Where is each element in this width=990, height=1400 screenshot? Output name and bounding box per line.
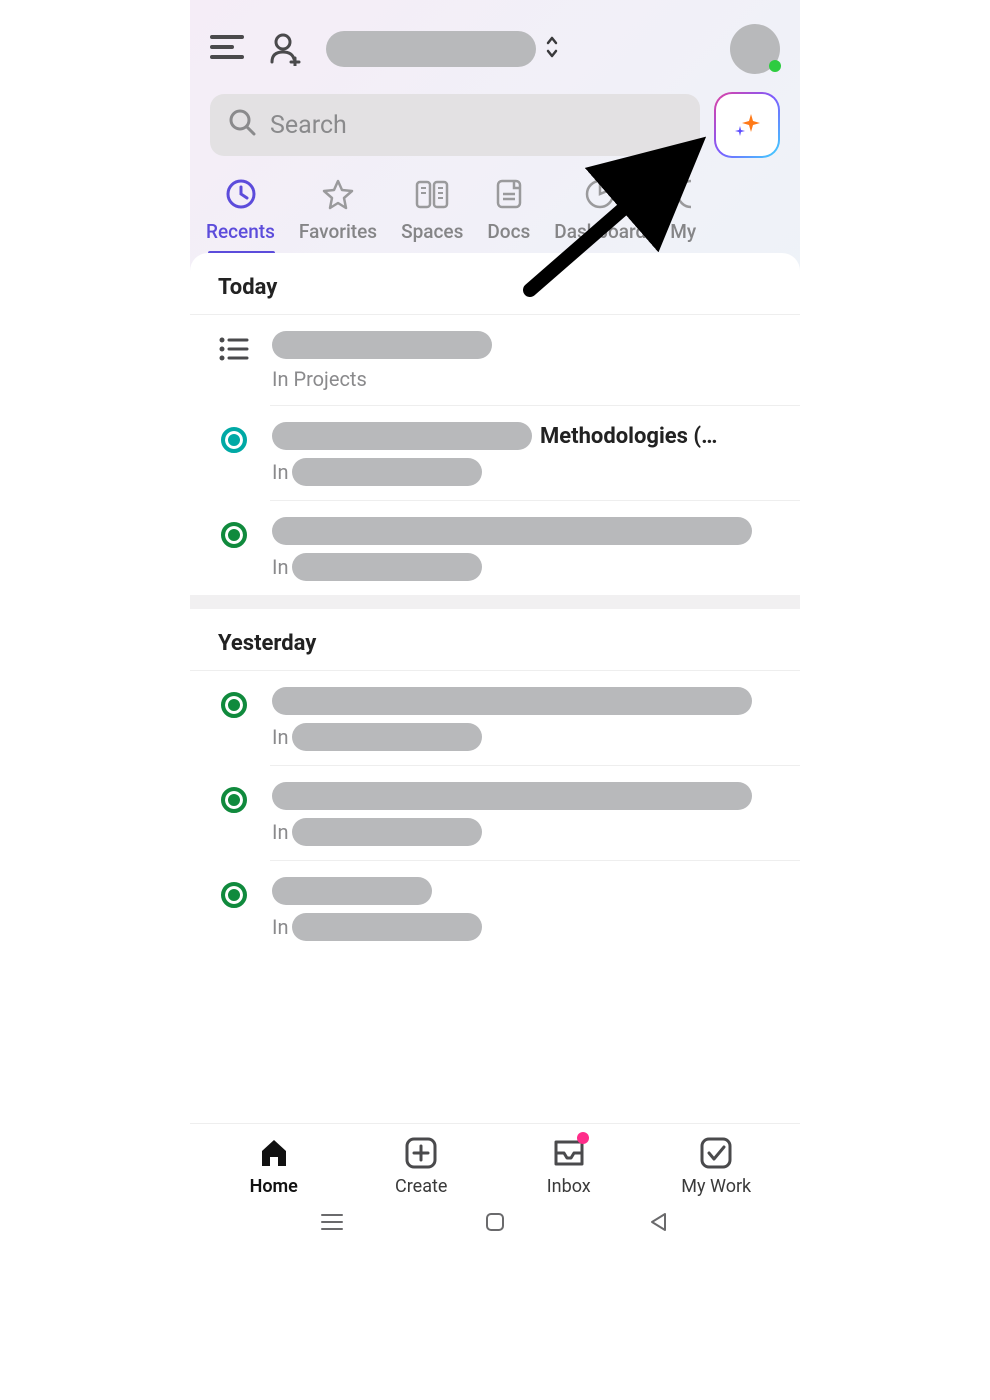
status-circle-icon bbox=[218, 519, 250, 551]
search-icon bbox=[228, 108, 256, 143]
item-sub-redacted bbox=[292, 818, 482, 846]
item-title-redacted bbox=[272, 331, 492, 359]
nav-label: My Work bbox=[681, 1176, 751, 1197]
item-title-redacted bbox=[272, 422, 532, 450]
item-sub-redacted bbox=[292, 723, 482, 751]
item-sub-redacted bbox=[292, 458, 482, 486]
tab-label: My bbox=[670, 220, 696, 243]
tab-label: Docs bbox=[487, 220, 530, 243]
item-title-redacted bbox=[272, 687, 752, 715]
tab-label: Spaces bbox=[401, 220, 463, 243]
nav-label: Inbox bbox=[547, 1176, 591, 1197]
tab-favorites[interactable]: Favorites bbox=[287, 172, 389, 253]
workspace-name-redacted bbox=[326, 31, 536, 67]
nav-mywork[interactable]: My Work bbox=[643, 1136, 791, 1197]
tab-docs[interactable]: Docs bbox=[475, 172, 542, 253]
section-header-today: Today bbox=[190, 253, 800, 315]
item-title-redacted bbox=[272, 782, 752, 810]
item-sub-prefix: In bbox=[272, 915, 288, 939]
status-circle-icon bbox=[218, 784, 250, 816]
item-subtitle: In Projects bbox=[272, 367, 780, 391]
home-icon bbox=[258, 1136, 290, 1170]
search-input[interactable]: Search bbox=[210, 94, 700, 156]
add-user-icon[interactable] bbox=[268, 32, 302, 66]
list-item[interactable]: In bbox=[190, 501, 800, 595]
tab-label: Dashboard bbox=[554, 220, 646, 243]
nav-inbox[interactable]: Inbox bbox=[495, 1136, 643, 1197]
clock-icon bbox=[225, 176, 257, 212]
system-recent-icon[interactable] bbox=[317, 1211, 347, 1233]
tab-spaces[interactable]: Spaces bbox=[389, 172, 475, 253]
content-area: Today In Projects Methodologies (… In bbox=[190, 253, 800, 1123]
status-circle-icon bbox=[218, 689, 250, 721]
list-item[interactable]: In bbox=[190, 671, 800, 765]
item-sub-prefix: In bbox=[272, 460, 288, 484]
avatar[interactable] bbox=[730, 24, 780, 74]
item-sub-prefix: In bbox=[272, 725, 288, 749]
search-placeholder: Search bbox=[270, 111, 347, 140]
item-title-text: Methodologies (… bbox=[540, 424, 717, 449]
app-screen: Search Recents Favorites Spaces bbox=[190, 0, 800, 1243]
status-circle-icon bbox=[218, 879, 250, 911]
nav-create[interactable]: Create bbox=[348, 1136, 496, 1197]
pie-chart-icon bbox=[584, 176, 616, 212]
check-square-icon bbox=[698, 1136, 734, 1170]
list-item[interactable]: In bbox=[190, 861, 800, 955]
docs-icon bbox=[494, 176, 524, 212]
list-item[interactable]: Methodologies (… In bbox=[190, 406, 800, 500]
item-title-redacted bbox=[272, 517, 752, 545]
spaces-icon bbox=[414, 176, 450, 212]
tab-label: Favorites bbox=[299, 220, 377, 243]
chevron-updown-icon bbox=[544, 35, 560, 63]
item-sub-redacted bbox=[292, 553, 482, 581]
section-header-yesterday: Yesterday bbox=[190, 609, 800, 671]
workspace-selector[interactable] bbox=[326, 31, 706, 67]
list-item[interactable]: In bbox=[190, 766, 800, 860]
nav-label: Create bbox=[395, 1176, 447, 1197]
top-bar bbox=[190, 0, 800, 92]
status-circle-icon bbox=[218, 424, 250, 456]
partial-icon bbox=[675, 176, 691, 212]
star-icon bbox=[322, 176, 354, 212]
item-sub-redacted bbox=[292, 913, 482, 941]
tab-recents[interactable]: Recents bbox=[196, 172, 287, 253]
item-title-redacted bbox=[272, 877, 432, 905]
nav-label: Home bbox=[250, 1176, 298, 1197]
search-row: Search bbox=[190, 92, 800, 172]
item-sub-prefix: In bbox=[272, 820, 288, 844]
bottom-nav: Home Create Inbox My Work bbox=[190, 1123, 800, 1203]
item-sub-prefix: In bbox=[272, 555, 288, 579]
notification-dot bbox=[577, 1132, 589, 1144]
tab-my[interactable]: My bbox=[658, 172, 708, 253]
system-back-icon[interactable] bbox=[643, 1211, 673, 1233]
menu-icon[interactable] bbox=[210, 34, 244, 64]
system-nav-bar bbox=[190, 1203, 800, 1243]
nav-home[interactable]: Home bbox=[200, 1136, 348, 1197]
inbox-icon bbox=[551, 1136, 587, 1170]
plus-square-icon bbox=[403, 1136, 439, 1170]
list-item[interactable]: In Projects bbox=[190, 315, 800, 405]
tab-dashboard[interactable]: Dashboard bbox=[542, 172, 658, 253]
system-home-icon[interactable] bbox=[480, 1211, 510, 1233]
category-tabs: Recents Favorites Spaces Docs Dashboard bbox=[190, 172, 800, 253]
ai-sparkle-button[interactable] bbox=[714, 92, 780, 158]
tab-label: Recents bbox=[206, 220, 275, 243]
list-icon bbox=[218, 333, 250, 365]
